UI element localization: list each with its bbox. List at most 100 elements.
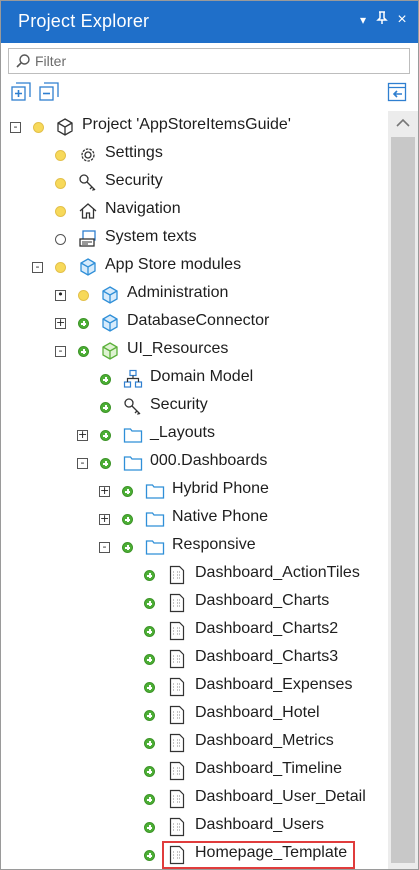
scrollbar-thumb[interactable] xyxy=(391,137,415,863)
folder-icon xyxy=(145,512,165,527)
scroll-up-icon[interactable] xyxy=(395,117,411,129)
expand-all-icon[interactable] xyxy=(11,82,31,102)
tree-row-native-phone[interactable]: + Native Phone xyxy=(1,505,387,533)
expand-toggle[interactable]: + xyxy=(99,484,110,497)
collapse-toggle[interactable]: - xyxy=(99,540,110,553)
tree-label[interactable]: Hybrid Phone xyxy=(172,480,269,498)
tree-row-navigation[interactable]: Navigation xyxy=(1,197,387,225)
collapse-toggle[interactable]: - xyxy=(77,456,88,469)
tree-label[interactable]: Dashboard_ActionTiles xyxy=(195,564,360,582)
tree-label[interactable]: Administration xyxy=(127,284,228,302)
project-explorer-panel: Project Explorer ▾ × - xyxy=(0,0,419,870)
tree-row-responsive[interactable]: - Responsive xyxy=(1,533,387,561)
expand-toggle[interactable]: + xyxy=(77,428,88,441)
tree-row-ui-resources[interactable]: - UI_Resources xyxy=(1,337,387,365)
tree-label[interactable]: Dashboard_Timeline xyxy=(195,760,342,778)
tree-label[interactable]: Responsive xyxy=(172,536,256,554)
tree-row-domain-model[interactable]: Domain Model xyxy=(1,365,387,393)
pin-icon xyxy=(376,11,388,24)
status-dot xyxy=(144,794,155,805)
tree-row-page[interactable]: Dashboard_Charts xyxy=(1,589,387,617)
tree-row-page[interactable]: Dashboard_Hotel xyxy=(1,701,387,729)
status-dot xyxy=(78,318,89,329)
tree-row-settings[interactable]: Settings xyxy=(1,141,387,169)
filter-input[interactable] xyxy=(35,51,405,71)
tree-label[interactable]: Dashboard_Charts xyxy=(195,592,329,610)
tree-row-module-security[interactable]: Security xyxy=(1,393,387,421)
panel-dropdown-button[interactable]: ▾ xyxy=(355,11,371,29)
status-dot xyxy=(55,150,66,161)
page-icon xyxy=(169,621,185,641)
status-dot xyxy=(100,402,111,413)
tree-row-page[interactable]: Dashboard_ActionTiles xyxy=(1,561,387,589)
collapse-toggle[interactable]: - xyxy=(55,344,66,357)
tree-label[interactable]: UI_Resources xyxy=(127,340,228,358)
tree-row-layouts[interactable]: + _Layouts xyxy=(1,421,387,449)
tree-row-databaseconnector[interactable]: + DatabaseConnector xyxy=(1,309,387,337)
collapse-toggle[interactable]: - xyxy=(10,120,21,133)
tree-row-system-texts[interactable]: System texts xyxy=(1,225,387,253)
project-tree: - Project 'AppStoreItemsGuide' Settings … xyxy=(1,111,387,869)
key-icon xyxy=(79,174,96,191)
tree-row-page[interactable]: Dashboard_User_Detail xyxy=(1,785,387,813)
tree-row-app-store-modules[interactable]: - App Store modules xyxy=(1,253,387,281)
tree-label[interactable]: _Layouts xyxy=(150,424,215,442)
tree-row-page[interactable]: Dashboard_Charts3 xyxy=(1,645,387,673)
collapse-all-icon[interactable] xyxy=(39,82,59,102)
tree-label[interactable]: Dashboard_Metrics xyxy=(195,732,334,750)
tree-row-page-highlighted[interactable]: Homepage_Template xyxy=(1,841,387,869)
tree-label[interactable]: Security xyxy=(105,172,163,190)
panel-close-button[interactable]: × xyxy=(394,11,410,29)
folder-icon xyxy=(145,484,165,499)
tree-row-page[interactable]: Dashboard_Expenses xyxy=(1,673,387,701)
status-dot xyxy=(144,654,155,665)
status-dot xyxy=(78,346,89,357)
system-texts-icon xyxy=(79,230,96,247)
tree-row-project[interactable]: - Project 'AppStoreItemsGuide' xyxy=(1,113,387,141)
tree-label[interactable]: Dashboard_Charts3 xyxy=(195,648,338,666)
filter-box[interactable] xyxy=(8,48,410,74)
panel-pin-button[interactable] xyxy=(374,11,390,29)
tree-label[interactable]: Dashboard_Hotel xyxy=(195,704,320,722)
tree-label[interactable]: Homepage_Template xyxy=(195,844,347,862)
tree-row-dashboards[interactable]: - 000.Dashboards xyxy=(1,449,387,477)
tree-row-page[interactable]: Dashboard_Charts2 xyxy=(1,617,387,645)
status-dot xyxy=(55,234,66,245)
tree-label[interactable]: Project 'AppStoreItemsGuide' xyxy=(82,116,291,134)
status-dot xyxy=(144,822,155,833)
tree-label[interactable]: Settings xyxy=(105,144,163,162)
expand-toggle[interactable]: + xyxy=(55,316,66,329)
tree-label[interactable]: App Store modules xyxy=(105,256,241,274)
sync-with-editor-icon[interactable] xyxy=(387,82,407,102)
tree-label[interactable]: Native Phone xyxy=(172,508,268,526)
tree-label[interactable]: DatabaseConnector xyxy=(127,312,269,330)
home-icon xyxy=(79,203,97,219)
status-dot xyxy=(100,430,111,441)
collapse-toggle[interactable]: - xyxy=(32,260,43,273)
tree-row-administration[interactable]: • Administration xyxy=(1,281,387,309)
tree-label[interactable]: Dashboard_Expenses xyxy=(195,676,352,694)
status-dot xyxy=(122,542,133,553)
tree-label[interactable]: Domain Model xyxy=(150,368,253,386)
tree-label[interactable]: Navigation xyxy=(105,200,181,218)
page-icon xyxy=(169,845,185,865)
tree-label[interactable]: Dashboard_Users xyxy=(195,816,324,834)
page-icon xyxy=(169,677,185,697)
tree-label[interactable]: Dashboard_Charts2 xyxy=(195,620,338,638)
key-icon xyxy=(124,398,141,415)
vertical-scrollbar[interactable] xyxy=(388,111,418,869)
tree-label[interactable]: System texts xyxy=(105,228,197,246)
tree-row-page[interactable]: Dashboard_Users xyxy=(1,813,387,841)
tree-label[interactable]: Security xyxy=(150,396,208,414)
expand-toggle[interactable]: + xyxy=(99,512,110,525)
tree-row-page[interactable]: Dashboard_Timeline xyxy=(1,757,387,785)
status-dot xyxy=(33,122,44,133)
expand-toggle[interactable]: • xyxy=(55,288,66,301)
tree-label[interactable]: Dashboard_User_Detail xyxy=(195,788,366,806)
tree-row-hybrid-phone[interactable]: + Hybrid Phone xyxy=(1,477,387,505)
tree-label[interactable]: 000.Dashboards xyxy=(150,452,267,470)
status-dot xyxy=(78,290,89,301)
panel-titlebar: Project Explorer ▾ × xyxy=(1,1,418,43)
tree-row-security[interactable]: Security xyxy=(1,169,387,197)
tree-row-page[interactable]: Dashboard_Metrics xyxy=(1,729,387,757)
